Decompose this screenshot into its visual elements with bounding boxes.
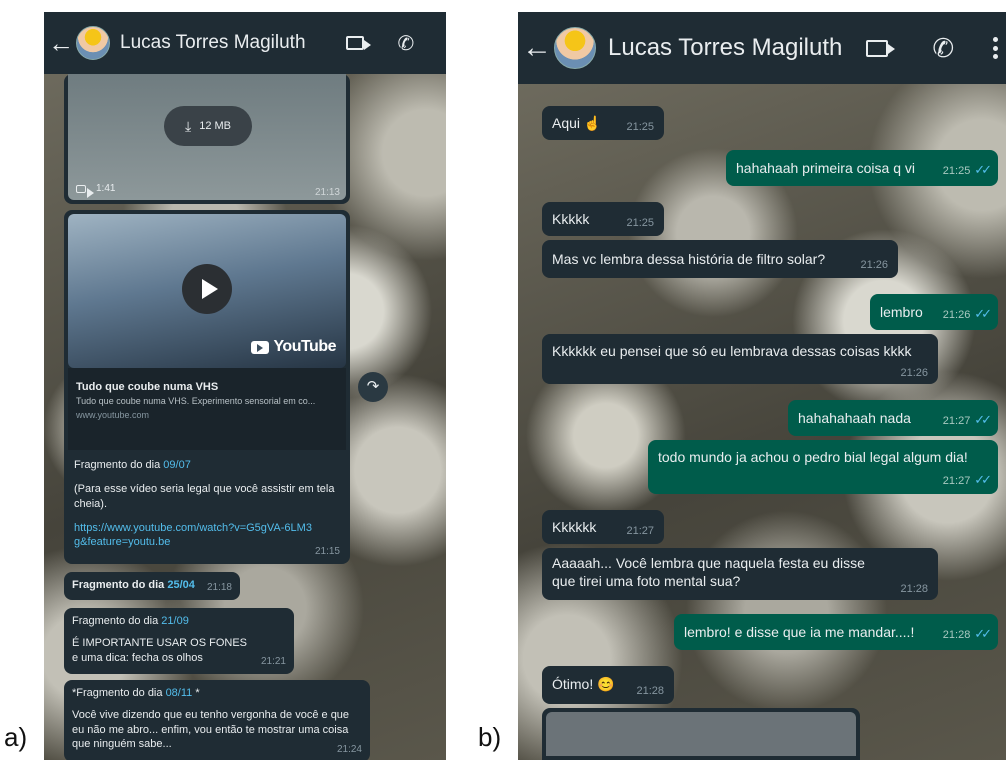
youtube-url-link[interactable]: https://www.youtube.com/watch?v=G5gVA-6L…	[74, 521, 314, 550]
video-size: 12 MB	[199, 119, 231, 132]
avatar[interactable]	[554, 27, 596, 69]
chat-header: ← Lucas Torres Magiluth ✆	[44, 12, 446, 74]
message-time: 21:28	[900, 582, 928, 595]
play-icon[interactable]	[182, 264, 232, 314]
message-bubble-incoming[interactable]: Aqui ☝ 21:25	[542, 106, 664, 140]
panel-label-b: b)	[478, 722, 502, 752]
message-time: 21:25	[626, 216, 654, 229]
message-time: 21:28	[636, 684, 664, 697]
message-time: 21:27	[626, 524, 654, 537]
avatar[interactable]	[76, 26, 110, 60]
message-time: 21:26	[942, 309, 971, 322]
video-camera-icon[interactable]	[866, 39, 896, 57]
date-link[interactable]: 09/07	[163, 459, 191, 471]
message-bubble-outgoing[interactable]: lembro 21:26 ✓✓	[870, 294, 998, 330]
message-time: 21:27	[942, 475, 971, 488]
forward-icon[interactable]: ↷	[358, 372, 388, 402]
download-icon: ⤓	[185, 117, 192, 134]
phone-screen-a: ← Lucas Torres Magiluth ✆ ⤓ 12 MB 1:41 2…	[44, 12, 446, 760]
link-title: Tudo que coube numa VHS	[76, 381, 219, 393]
contact-name[interactable]: Lucas Torres Magiluth	[608, 34, 842, 62]
link-description: Tudo que coube numa VHS. Experimento sen…	[76, 396, 316, 407]
message-text: Você vive dizendo que eu tenho vergonha …	[72, 709, 350, 750]
message-bubble-incoming[interactable]: Kkkkkk 21:27	[542, 510, 664, 544]
double-check-icon: ✓✓	[974, 162, 992, 178]
message-text: lembro! e disse que ia me mandar....!	[684, 624, 915, 640]
message-bubble-incoming[interactable]: Aaaaah... Você lembra que naquela festa …	[542, 548, 938, 600]
message-text: Kkkkkk eu pensei que só eu lembrava dess…	[552, 343, 912, 359]
message-text: Aqui ☝	[552, 115, 602, 131]
message-text: todo mundo ja achou o pedro bial legal a…	[658, 449, 968, 465]
video-camera-icon[interactable]	[345, 36, 371, 50]
message-time: 21:15	[314, 546, 340, 557]
message-bubble-outgoing[interactable]: lembro! e disse que ia me mandar....! 21…	[674, 614, 998, 650]
double-check-icon: ✓✓	[974, 626, 992, 642]
message-bubble-outgoing[interactable]: hahahaah primeira coisa q vi 21:25 ✓✓	[726, 150, 998, 186]
youtube-brand: YouTube	[273, 338, 336, 356]
double-check-icon: ✓✓	[974, 472, 992, 488]
image-thumbnail[interactable]	[546, 712, 856, 756]
date-link[interactable]: 08/11	[166, 687, 193, 699]
fragment-message[interactable]: *Fragmento do dia 08/11 * Você vive dize…	[64, 680, 370, 760]
link-domain: www.youtube.com	[76, 409, 150, 420]
message-text: Kkkkk	[552, 211, 590, 227]
message-time: 21:28	[942, 629, 971, 642]
message-time: 21:26	[900, 366, 928, 379]
video-camera-icon	[76, 184, 94, 198]
phone-screen-b: ← Lucas Torres Magiluth ✆ Aqui ☝ 21:25 h…	[518, 12, 1006, 760]
message-text: Aaaaah... Você lembra que naquela festa …	[552, 555, 865, 590]
message-text: (Para esse vídeo seria legal que você as…	[74, 483, 335, 510]
date-link[interactable]: 21/09	[161, 615, 189, 627]
panel-label-a: a)	[4, 722, 28, 752]
date-link[interactable]: 25/04	[167, 579, 195, 591]
chat-header: ← Lucas Torres Magiluth ✆	[518, 12, 1006, 84]
arrow-left-icon[interactable]: ←	[48, 28, 74, 59]
image-message[interactable]	[542, 708, 860, 760]
message-text: Mas vc lembra dessa história de filtro s…	[552, 251, 826, 267]
message-time: 21:21	[260, 656, 286, 667]
message-time: 21:25	[626, 120, 654, 133]
fragment-message[interactable]: Fragmento do dia 25/04 21:18	[64, 572, 240, 600]
video-duration: 1:41	[96, 183, 116, 194]
download-button[interactable]: ⤓ 12 MB	[164, 106, 252, 146]
message-bubble-incoming[interactable]: Ótimo! 😊 21:28	[542, 666, 674, 704]
message-time: 21:18	[206, 582, 232, 593]
message-text: Kkkkkk	[552, 519, 597, 535]
message-bubble-outgoing[interactable]: hahahahaah nada 21:27 ✓✓	[788, 400, 998, 436]
message-bubble-incoming[interactable]: Mas vc lembra dessa história de filtro s…	[542, 240, 898, 278]
phone-icon[interactable]: ✆	[932, 33, 954, 64]
message-bubble-incoming[interactable]: Kkkkkk eu pensei que só eu lembrava dess…	[542, 334, 938, 384]
message-bubble-outgoing[interactable]: todo mundo ja achou o pedro bial legal a…	[648, 440, 998, 494]
phone-icon[interactable]: ✆	[398, 31, 415, 56]
fragment-message[interactable]: Fragmento do dia 21/09 É IMPORTANTE USAR…	[64, 608, 294, 674]
kebab-menu-icon[interactable]	[992, 37, 998, 59]
message-text: Fragmento do dia 09/07	[74, 459, 191, 471]
link-preview[interactable]: Tudo que coube numa VHS Tudo que coube n…	[68, 368, 346, 450]
youtube-logo-icon	[251, 341, 270, 355]
message-text: Ótimo! 😊	[552, 676, 615, 692]
message-time: 21:27	[942, 415, 971, 428]
double-check-icon: ✓✓	[974, 412, 992, 428]
message-text: É IMPORTANTE USAR OS FONES	[72, 637, 248, 650]
message-time: 21:13	[314, 187, 340, 198]
message-time: 21:26	[860, 258, 888, 271]
double-check-icon: ✓✓	[974, 306, 992, 322]
youtube-link-message[interactable]: YouTube Tudo que coube numa VHS Tudo que…	[64, 210, 350, 564]
message-time: 21:25	[942, 165, 971, 178]
message-text: hahahaah primeira coisa q vi	[736, 160, 915, 176]
message-text: e uma dica: fecha os olhos	[72, 651, 203, 664]
video-message[interactable]: ⤓ 12 MB 1:41 21:13	[64, 74, 350, 204]
message-text: hahahahaah nada	[798, 410, 911, 426]
arrow-left-icon[interactable]: ←	[522, 31, 552, 65]
message-text: lembro	[880, 304, 923, 320]
contact-name[interactable]: Lucas Torres Magiluth	[120, 32, 306, 54]
youtube-thumbnail[interactable]: YouTube	[68, 214, 346, 368]
message-time: 21:24	[336, 744, 362, 755]
message-bubble-incoming[interactable]: Kkkkk 21:25	[542, 202, 664, 236]
